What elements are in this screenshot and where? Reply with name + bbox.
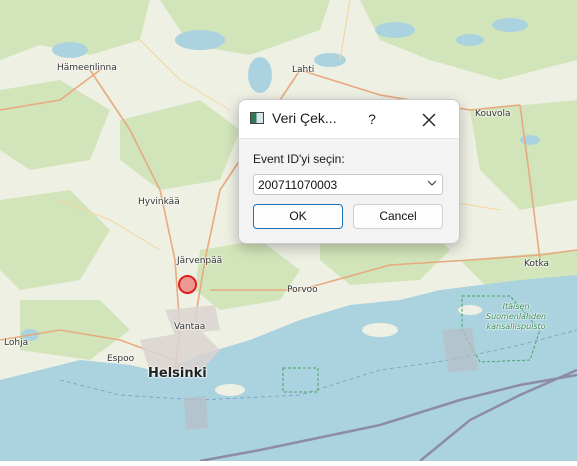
park-label-line-2: Suomenlahden [486, 312, 547, 321]
place-label-hameenlinna: Hämeenlinna [57, 63, 117, 73]
help-button[interactable]: ? [359, 108, 385, 130]
select-event-dialog: Veri Çek... ? Event ID'yi seçin: 2007110… [238, 99, 460, 244]
close-icon [422, 113, 436, 127]
event-id-selected-value: 200711070003 [258, 178, 338, 192]
place-label-lahti: Lahti [292, 65, 315, 75]
event-location-marker[interactable] [178, 275, 197, 294]
place-label-lohja: Lohja [4, 338, 29, 348]
chevron-down-icon [427, 180, 437, 186]
park-label-line-1: Itäisen [502, 302, 530, 311]
park-label-line-3: kansallispuisto [486, 322, 546, 331]
app-window-icon [250, 112, 264, 124]
place-label-hyvinkaa: Hyvinkää [138, 197, 180, 207]
place-label-helsinki: Helsinki [148, 366, 207, 381]
place-label-vantaa: Vantaa [174, 322, 206, 332]
place-label-porvoo: Porvoo [287, 285, 318, 295]
event-id-prompt: Event ID'yi seçin: [253, 152, 345, 166]
cancel-button[interactable]: Cancel [353, 204, 443, 229]
dialog-titlebar[interactable]: Veri Çek... ? [239, 100, 459, 139]
close-button[interactable] [415, 106, 443, 132]
ok-button[interactable]: OK [253, 204, 343, 229]
place-label-espoo: Espoo [107, 354, 135, 364]
place-label-kouvola: Kouvola [475, 109, 511, 119]
dialog-title: Veri Çek... [272, 110, 337, 126]
event-id-select[interactable]: 200711070003 [253, 174, 443, 195]
place-label-jarvenpaa: Järvenpää [177, 256, 223, 266]
park-label: Itäisen Suomenlahden kansallispuisto [486, 302, 546, 332]
place-label-kotka: Kotka [524, 259, 550, 269]
